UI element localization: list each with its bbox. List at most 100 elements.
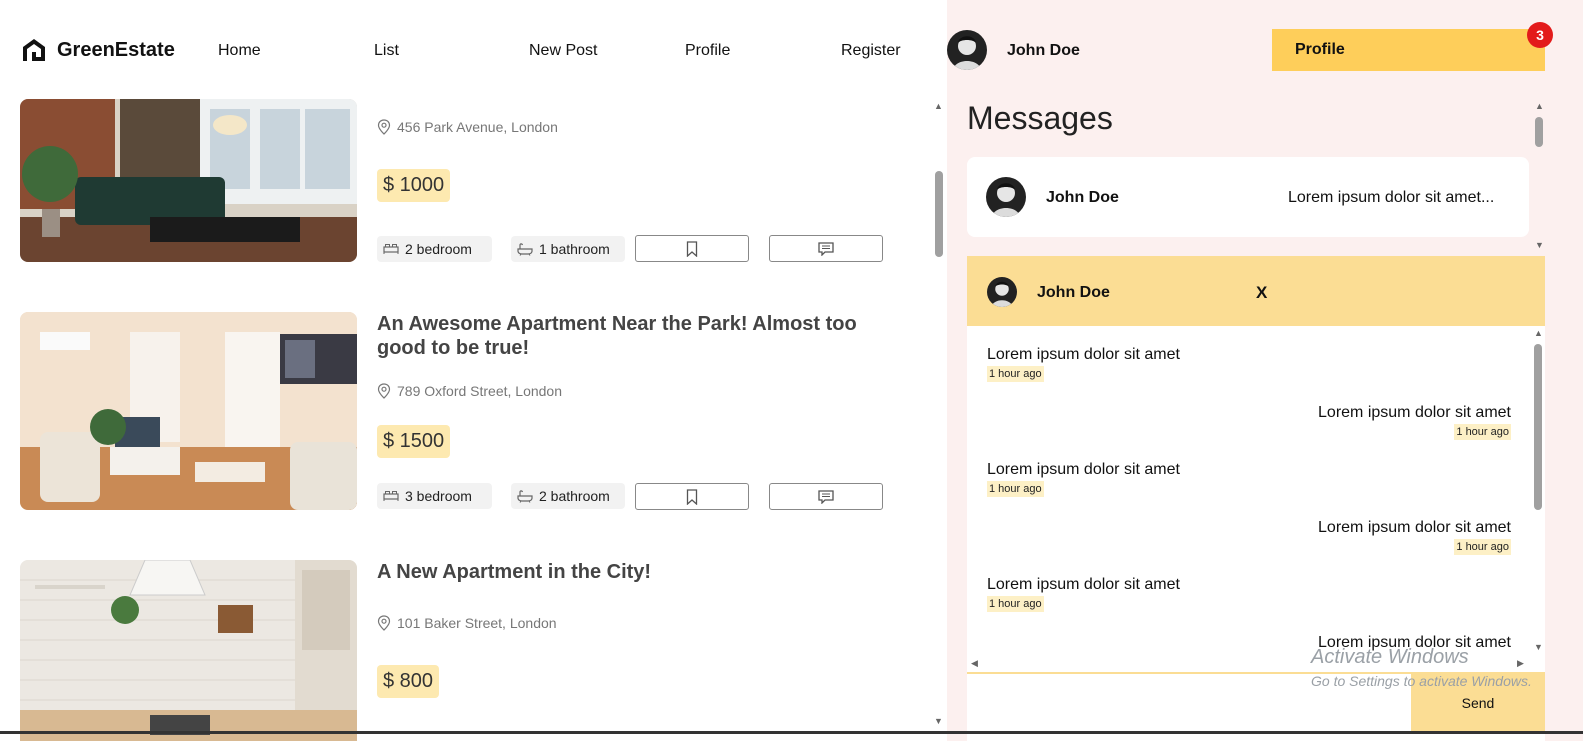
listing-price: $ 1000 (377, 169, 451, 202)
scroll-down-arrow-icon[interactable]: ▼ (1534, 642, 1543, 652)
chat-window: John Doe X Lorem ipsum dolor sit amet 1 … (967, 256, 1545, 741)
listing-card[interactable]: 456 Park Avenue, London $ 1000 2 bedroom… (20, 99, 900, 264)
message-time: 1 hour ago (987, 481, 1044, 497)
listing-card[interactable]: A New Apartment in the City! 101 Baker S… (20, 560, 900, 741)
scrollbar-thumb[interactable] (935, 171, 943, 257)
bedroom-feature: 2 bedroom (377, 236, 492, 262)
chat-horizontal-scrollbar[interactable]: ◀ ▶ (967, 656, 1529, 672)
brand-logo[interactable]: GreenEstate (20, 36, 175, 64)
listing-image[interactable] (20, 99, 357, 262)
scrollbar-thumb[interactable] (1535, 117, 1543, 147)
bathroom-feature: 1 bathroom (511, 236, 625, 262)
listing-address: 101 Baker Street, London (377, 615, 557, 631)
listing-price: $ 800 (377, 665, 440, 698)
avatar (986, 177, 1026, 217)
chat-messages: Lorem ipsum dolor sit amet 1 hour ago Lo… (967, 326, 1529, 656)
bedroom-count: 3 bedroom (405, 488, 472, 504)
user-name: John Doe (1007, 42, 1080, 59)
message-time: 1 hour ago (1454, 424, 1511, 440)
chat-header: John Doe X (967, 256, 1545, 326)
bedroom-count: 2 bedroom (405, 241, 472, 257)
listing-card[interactable]: An Awesome Apartment Near the Park! Almo… (20, 312, 900, 512)
message-text: Lorem ipsum dolor sit amet (987, 576, 1180, 593)
listing-address-text: 789 Oxford Street, London (397, 383, 562, 399)
notification-badge: 3 (1527, 22, 1553, 48)
navbar: GreenEstate Home List New Post Profile R… (0, 0, 947, 99)
nav-link-profile[interactable]: Profile (685, 42, 730, 60)
bathtub-icon (517, 490, 533, 503)
bed-icon (383, 491, 399, 501)
listing-image[interactable] (20, 560, 357, 741)
chat-message: Lorem ipsum dolor sit amet 1 hour ago (987, 346, 1180, 382)
bathroom-count: 1 bathroom (539, 241, 610, 257)
messages-title: Messages (967, 100, 1113, 136)
nav-link-register[interactable]: Register (841, 42, 901, 60)
chat-message: Lorem ipsum dolor sit amet 1 hour ago (1318, 404, 1511, 440)
chat-contact-name: John Doe (1037, 284, 1110, 301)
message-time: 1 hour ago (987, 596, 1044, 612)
chat-message: Lorem ipsum dolor sit amet 1 hour ago (1318, 519, 1511, 555)
conversation-item[interactable]: John Doe Lorem ipsum dolor sit amet... (967, 157, 1529, 237)
scroll-down-arrow-icon[interactable]: ▼ (934, 716, 943, 726)
bathtub-icon (517, 243, 533, 256)
house-logo-icon (23, 39, 45, 61)
location-pin-icon (377, 119, 391, 135)
listing-image[interactable] (20, 312, 357, 510)
listing-address-text: 101 Baker Street, London (397, 615, 557, 631)
scroll-right-arrow-icon[interactable]: ▶ (1517, 658, 1524, 669)
chat-message: Lorem ipsum dolor sit amet (1318, 634, 1511, 652)
conversations-scrollbar[interactable]: ▲ ▼ (1531, 99, 1548, 256)
chat-icon (818, 241, 834, 256)
message-time: 1 hour ago (987, 366, 1044, 382)
listing-price: $ 1500 (377, 425, 451, 458)
bathroom-count: 2 bathroom (539, 488, 610, 504)
avatar[interactable] (947, 30, 987, 70)
scroll-up-arrow-icon[interactable]: ▲ (934, 101, 943, 111)
chat-icon (818, 489, 834, 504)
message-owner-button[interactable] (769, 483, 883, 510)
brand-name: GreenEstate (57, 38, 175, 61)
save-listing-button[interactable] (635, 483, 749, 510)
location-pin-icon (377, 383, 391, 399)
chat-message: Lorem ipsum dolor sit amet 1 hour ago (987, 461, 1180, 497)
save-listing-button[interactable] (635, 235, 749, 262)
page: GreenEstate Home List New Post Profile R… (0, 0, 1583, 741)
scroll-left-arrow-icon[interactable]: ◀ (971, 658, 978, 669)
message-text: Lorem ipsum dolor sit amet (987, 461, 1180, 478)
nav-link-home[interactable]: Home (218, 42, 261, 60)
nav-link-new-post[interactable]: New Post (529, 42, 597, 60)
message-owner-button[interactable] (769, 235, 883, 262)
message-input[interactable] (967, 672, 1411, 732)
bookmark-icon (686, 488, 698, 505)
conversation-name: John Doe (1046, 189, 1119, 206)
listing-address: 456 Park Avenue, London (377, 119, 558, 135)
location-pin-icon (377, 615, 391, 631)
messages-panel: John Doe Profile 3 Messages John Doe Lor… (947, 0, 1583, 741)
message-text: Lorem ipsum dolor sit amet (1318, 519, 1511, 536)
message-text: Lorem ipsum dolor sit amet (1318, 404, 1511, 421)
conversation-preview: Lorem ipsum dolor sit amet... (1288, 189, 1495, 206)
scroll-down-arrow-icon[interactable]: ▼ (1535, 240, 1544, 250)
avatar (987, 277, 1017, 307)
send-button[interactable]: Send (1411, 672, 1545, 732)
listing-address-text: 456 Park Avenue, London (397, 119, 558, 135)
close-chat-button[interactable]: X (1256, 283, 1267, 303)
message-text: Lorem ipsum dolor sit amet (1318, 634, 1511, 651)
listing-title[interactable]: An Awesome Apartment Near the Park! Almo… (377, 312, 897, 360)
message-text: Lorem ipsum dolor sit amet (987, 346, 1180, 363)
listings-scrollbar[interactable]: ▲ ▼ (930, 99, 947, 741)
listing-title[interactable]: A New Apartment in the City! (377, 560, 897, 584)
listing-address: 789 Oxford Street, London (377, 383, 562, 399)
scroll-up-arrow-icon[interactable]: ▲ (1535, 101, 1544, 111)
nav-link-list[interactable]: List (374, 42, 399, 60)
bed-icon (383, 244, 399, 254)
taskbar-edge (0, 731, 1583, 734)
scrollbar-thumb[interactable] (1534, 344, 1542, 510)
scroll-up-arrow-icon[interactable]: ▲ (1534, 328, 1543, 338)
chat-scrollbar[interactable]: ▲ ▼ (1531, 326, 1545, 656)
bathroom-feature: 2 bathroom (511, 483, 625, 509)
message-time: 1 hour ago (1454, 539, 1511, 555)
listing-list: 456 Park Avenue, London $ 1000 2 bedroom… (0, 99, 930, 741)
chat-message: Lorem ipsum dolor sit amet 1 hour ago (987, 576, 1180, 612)
profile-button[interactable]: Profile (1272, 29, 1545, 71)
